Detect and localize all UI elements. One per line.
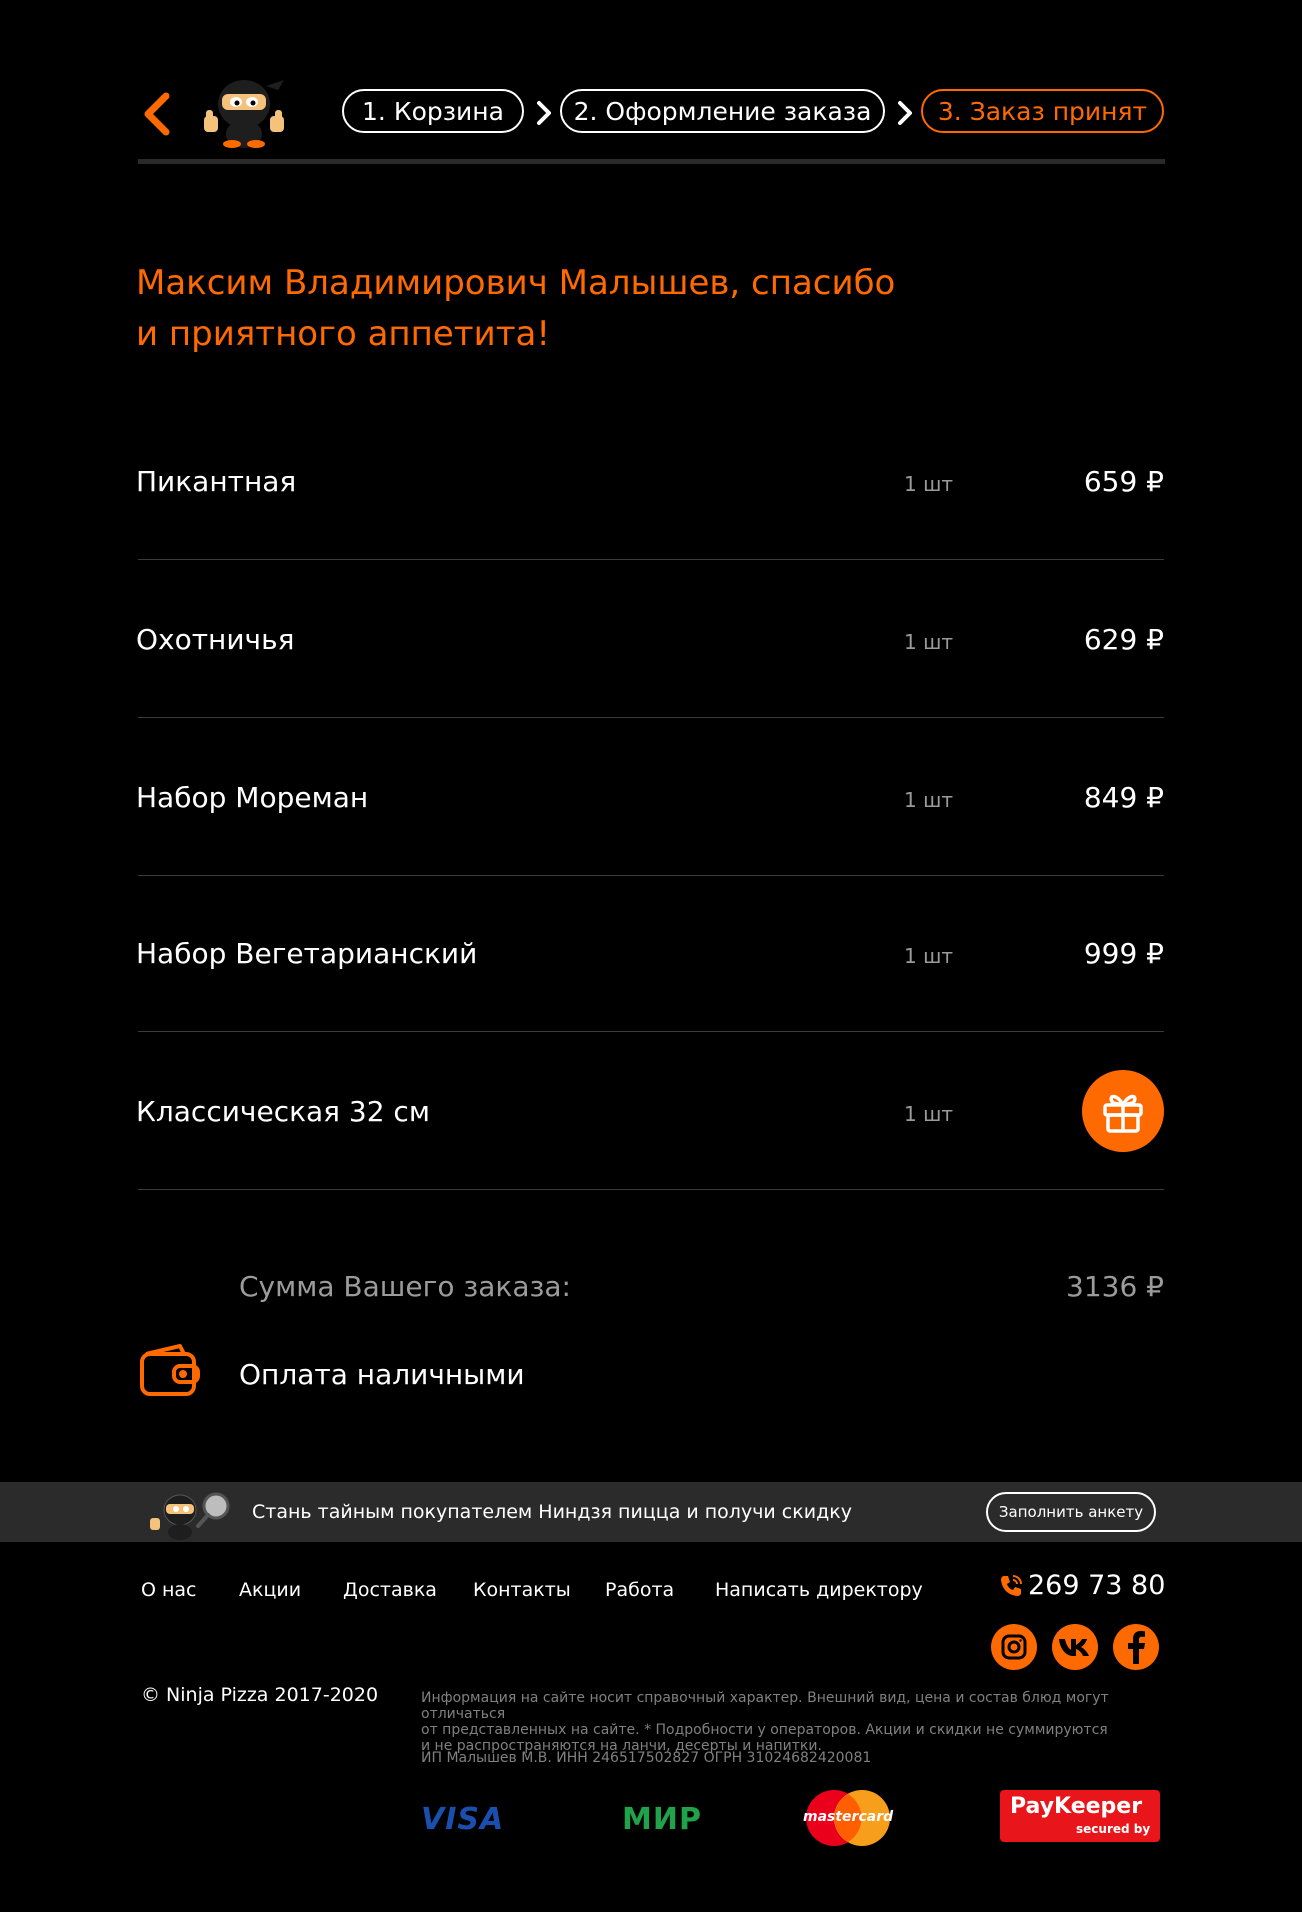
ninja-magnifier-icon — [150, 1492, 230, 1540]
item-price: 849 ₽ — [1083, 780, 1164, 814]
item-quantity: 1 шт — [904, 944, 954, 968]
mastercard-text: mastercard — [803, 1809, 894, 1825]
legal-notice: Информация на сайте носит справочный хар… — [421, 1690, 1166, 1754]
legal-line: от представленных на сайте. * Подробност… — [421, 1722, 1108, 1738]
phone-link[interactable]: 269 73 80 — [998, 1570, 1165, 1601]
paykeeper-secured-by: secured by — [1076, 1822, 1151, 1836]
step-order-accepted[interactable]: 3. Заказ принят — [921, 89, 1164, 133]
mastercard-logo: mastercard — [800, 1788, 896, 1848]
order-total-value: 3136 ₽ — [1066, 1270, 1164, 1303]
chevron-right-icon — [537, 101, 551, 125]
phone-icon — [1001, 1574, 1022, 1596]
thank-you-line-2: и приятного аппетита! — [136, 314, 550, 354]
order-item: Набор Мореман 1 шт 849 ₽ — [136, 718, 1164, 876]
vk-icon[interactable] — [1052, 1624, 1098, 1670]
item-name: Набор Мореман — [136, 780, 369, 814]
thank-you-line-1: Максим Владимирович Малышев, спасибо — [136, 263, 896, 303]
phone-number: 269 73 80 — [1028, 1570, 1166, 1601]
item-quantity: 1 шт — [904, 472, 954, 496]
item-price: 629 ₽ — [1083, 622, 1164, 656]
chevron-right-icon — [898, 101, 912, 125]
nav-promotions[interactable]: Акции — [239, 1579, 301, 1601]
item-quantity: 1 шт — [904, 630, 954, 654]
nav-contacts[interactable]: Контакты — [473, 1579, 571, 1601]
header-divider — [138, 159, 1165, 164]
nav-about[interactable]: О нас — [141, 1579, 197, 1601]
item-price: 659 ₽ — [1083, 464, 1164, 498]
nav-jobs[interactable]: Работа — [605, 1579, 674, 1601]
row-divider — [138, 1189, 1164, 1190]
order-item: Классическая 32 см 1 шт — [136, 1032, 1164, 1190]
promo-text: Стань тайным покупателем Ниндзя пицца и … — [252, 1501, 852, 1523]
legal-line: Информация на сайте носит справочный хар… — [421, 1690, 1109, 1722]
mir-logo: МИР — [622, 1802, 702, 1837]
item-name: Набор Вегетарианский — [136, 936, 478, 970]
paykeeper-logo: PayKeeper — [1010, 1794, 1143, 1819]
order-total-label: Сумма Вашего заказа: — [239, 1270, 571, 1303]
order-item: Набор Вегетарианский 1 шт 999 ₽ — [136, 874, 1164, 1032]
item-name: Классическая 32 см — [136, 1094, 430, 1128]
thank-you-message: Максим Владимирович Малышев, спасибо и п… — [136, 258, 1036, 360]
order-item: Пикантная 1 шт 659 ₽ — [136, 402, 1164, 560]
item-price: 999 ₽ — [1083, 936, 1164, 970]
visa-logo: VISA — [421, 1802, 505, 1837]
company-requisites: ИП Малышев М.В. ИНН 246517502827 ОГРН 31… — [421, 1750, 872, 1766]
payment-method: Оплата наличными — [239, 1358, 525, 1391]
item-quantity: 1 шт — [904, 788, 954, 812]
nav-write-director[interactable]: Написать директору — [715, 1579, 923, 1601]
wallet-icon — [140, 1344, 200, 1396]
item-quantity: 1 шт — [904, 1102, 954, 1126]
step-cart[interactable]: 1. Корзина — [342, 89, 524, 133]
gift-icon[interactable] — [1082, 1070, 1164, 1152]
facebook-icon[interactable] — [1113, 1624, 1159, 1670]
ninja-logo[interactable] — [182, 72, 300, 150]
instagram-icon[interactable] — [991, 1624, 1037, 1670]
item-name: Пикантная — [136, 464, 297, 498]
step-checkout[interactable]: 2. Оформление заказа — [560, 89, 885, 133]
fill-survey-button[interactable]: Заполнить анкету — [986, 1492, 1156, 1532]
order-item: Охотничья 1 шт 629 ₽ — [136, 560, 1164, 718]
back-arrow-icon[interactable] — [140, 90, 174, 138]
nav-delivery[interactable]: Доставка — [343, 1579, 437, 1601]
item-name: Охотничья — [136, 622, 295, 656]
copyright: © Ninja Pizza 2017-2020 — [141, 1684, 379, 1706]
